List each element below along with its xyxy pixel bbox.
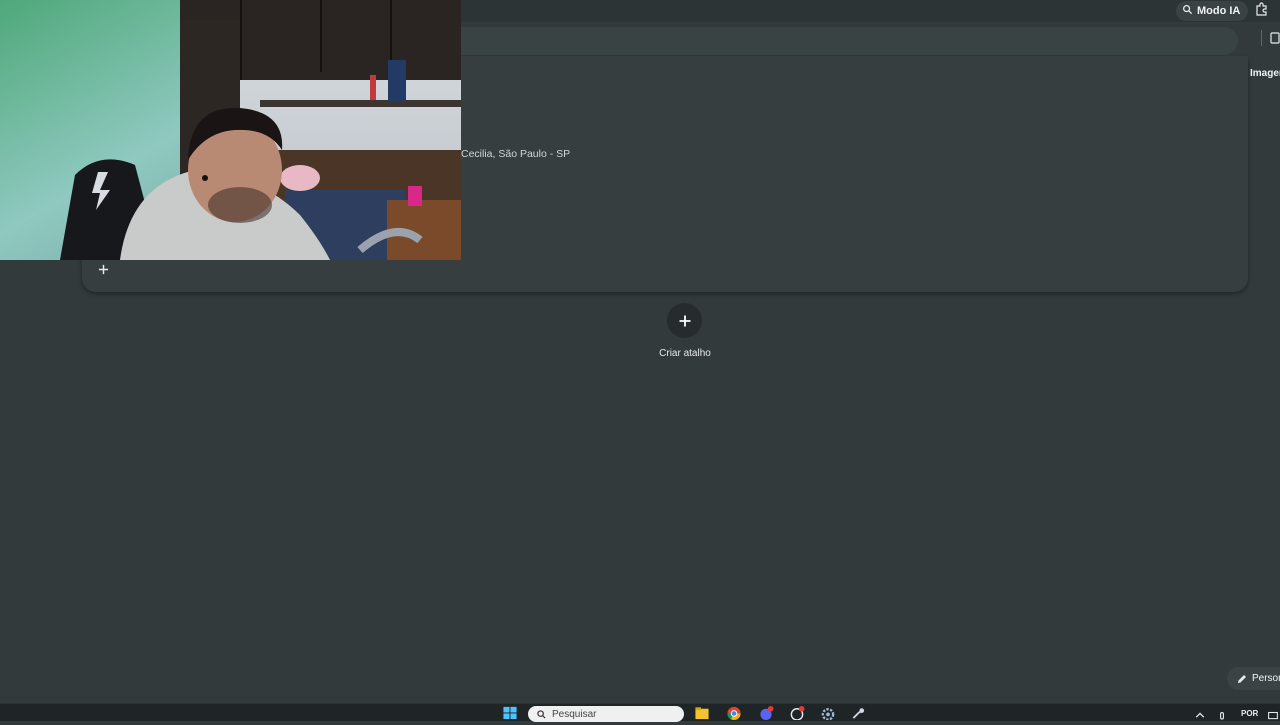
discord-icon[interactable] [758, 705, 774, 720]
images-link[interactable]: Imagen [1250, 68, 1280, 79]
create-shortcut-button[interactable] [667, 303, 702, 338]
plus-icon [98, 264, 108, 274]
windows-start-icon[interactable] [502, 705, 518, 720]
location-text: Cecilia, São Paulo - SP [461, 148, 571, 160]
ai-mode-button[interactable]: Modo IA [1176, 1, 1249, 21]
add-button[interactable] [93, 259, 113, 279]
pencil-icon [1238, 674, 1246, 683]
webcam-overlay [0, 0, 461, 260]
microphone-icon[interactable] [1214, 705, 1230, 720]
file-explorer-icon[interactable] [694, 705, 710, 720]
plus-icon [679, 315, 690, 326]
document-icon[interactable] [1270, 31, 1280, 44]
ai-mode-label: Modo IA [1197, 5, 1241, 17]
puzzle-icon[interactable] [1255, 2, 1271, 18]
chevron-up-icon[interactable] [1192, 705, 1208, 720]
taskbar-search-placeholder: Pesquisar [552, 708, 597, 720]
language-indicator[interactable]: POR [1241, 709, 1258, 718]
create-shortcut-label: Criar atalho [659, 348, 711, 359]
search-bar[interactable] [440, 27, 1238, 55]
chat-app-icon[interactable] [789, 705, 805, 721]
toolbar-divider [1261, 30, 1262, 46]
notification-icon[interactable] [1266, 705, 1280, 720]
customize-button[interactable]: Persor [1227, 667, 1280, 690]
search-icon [537, 709, 546, 719]
chrome-icon[interactable] [726, 705, 742, 720]
steam-icon[interactable] [850, 705, 866, 720]
sparkle-search-icon [1182, 4, 1193, 18]
customize-label: Persor [1252, 673, 1280, 684]
settings-icon[interactable] [820, 705, 836, 721]
